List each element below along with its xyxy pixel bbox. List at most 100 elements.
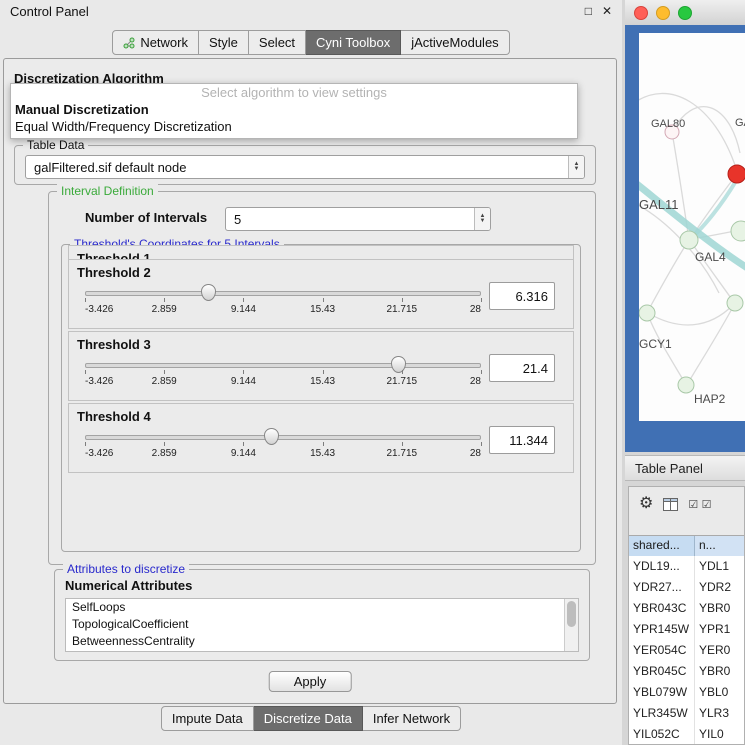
network-node[interactable] [727,295,743,311]
table-row[interactable]: YBR045C YBR0 [629,661,744,682]
slider-thumb[interactable] [201,284,216,301]
attribute-item[interactable]: SelfLoops [66,599,578,616]
network-node-selected-red[interactable] [728,165,745,183]
slider-track[interactable] [85,435,481,440]
cell-shared-name[interactable]: YBR043C [629,598,695,619]
cell-shared-name[interactable]: YBL079W [629,682,695,703]
float-window-icon[interactable]: □ [585,4,592,18]
close-traffic-light-icon[interactable] [634,6,648,20]
attribute-item[interactable]: BetweennessCentrality [66,633,578,650]
attribute-item[interactable]: TopologicalCoefficient [66,616,578,633]
table-panel-titlebar: Table Panel [625,455,745,481]
tab-label: jActiveModules [411,35,498,50]
tab-cyni-toolbox[interactable]: Cyni Toolbox [306,30,401,55]
zoom-traffic-light-icon[interactable] [678,6,692,20]
cell-name[interactable]: YBR0 [695,661,744,682]
cell-shared-name[interactable]: YPR145W [629,619,695,640]
table-data-group: Table Data galFiltered.sif default node … [14,145,596,185]
table-data-combobox[interactable]: galFiltered.sif default node ▲ ▼ [25,155,585,179]
table-row[interactable]: YPR145W YPR1 [629,619,744,640]
network-edge [688,305,734,383]
table-row[interactable]: YDL19... YDL1 [629,556,744,577]
minimize-traffic-light-icon[interactable] [656,6,670,20]
tab-label: Impute Data [172,711,243,726]
network-window-titlebar[interactable] [625,0,745,26]
apply-button[interactable]: Apply [269,671,352,692]
cell-shared-name[interactable]: YLR345W [629,703,695,724]
checkbox-icon: ☑ [688,499,697,511]
top-tab-bar: Network Style Select Cyni Toolbox jActiv… [0,30,622,55]
table-data-legend: Table Data [23,138,88,152]
threshold-2-value[interactable]: 6.316 [489,282,555,310]
network-edge [639,93,736,168]
table-header-row: shared... n... [629,535,744,557]
table-row[interactable]: YLR345W YLR3 [629,703,744,724]
scrollbar[interactable] [564,599,578,651]
control-panel: Control Panel □ ✕ Network Style Select C… [0,0,622,745]
slider-thumb[interactable] [391,356,406,373]
algorithm-option-manual[interactable]: Manual Discretization [11,101,577,118]
cell-shared-name[interactable]: YBR045C [629,661,695,682]
combo-spinner[interactable]: ▲ ▼ [474,208,490,230]
spinner-down-icon: ▼ [475,219,490,224]
cell-shared-name[interactable]: YDR27... [629,577,695,598]
columns-icon[interactable] [663,498,678,511]
cell-shared-name[interactable]: YER054C [629,640,695,661]
cell-name[interactable]: YDL1 [695,556,744,577]
threshold-4-value[interactable]: 11.344 [489,426,555,454]
gear-icon[interactable]: ⚙ [639,496,653,512]
column-header-shared-name[interactable]: shared... [629,536,695,556]
tab-discretize-data[interactable]: Discretize Data [254,706,363,731]
table-row[interactable]: YDR27... YDR2 [629,577,744,598]
cell-name[interactable]: YBR0 [695,598,744,619]
cell-name[interactable]: YER0 [695,640,744,661]
table-row[interactable]: YBL079W YBL0 [629,682,744,703]
tab-impute-data[interactable]: Impute Data [161,706,254,731]
column-header-name[interactable]: n... [695,536,744,556]
tab-jactivemodules[interactable]: jActiveModules [401,30,509,55]
combo-spinner[interactable]: ▲ ▼ [568,156,584,178]
number-of-intervals-value: 5 [226,212,474,227]
network-edge [648,305,733,325]
table-row[interactable]: YER054C YER0 [629,640,744,661]
scrollbar-thumb[interactable] [567,601,576,627]
node-label-hap2: HAP2 [694,392,726,406]
tab-style[interactable]: Style [199,30,249,55]
cell-name[interactable]: YLR3 [695,703,744,724]
tab-select[interactable]: Select [249,30,306,55]
cell-name[interactable]: YDR2 [695,577,744,598]
table-panel-window: ⚙ ☑ ☑ shared... n... YDL19... YDL1 YDR27… [628,486,745,745]
cell-name[interactable]: YPR1 [695,619,744,640]
threshold-4-slider[interactable]: -3.4262.8599.14415.4321.71528 [85,426,481,466]
tab-label: Infer Network [373,711,450,726]
threshold-2-slider[interactable]: -3.4262.8599.14415.4321.71528 [85,282,481,322]
threshold-3-slider[interactable]: -3.4262.8599.14415.4321.71528 [85,354,481,394]
node-label-gcy1: GCY1 [639,337,672,351]
network-canvas[interactable]: GAL80 GA GAL11 GAL4 GCY1 HAP2 [639,33,745,421]
tab-network[interactable]: Network [112,30,199,55]
network-node-hap2[interactable] [678,377,694,393]
node-label-gal11: GAL11 [639,197,679,212]
interval-definition-legend: Interval Definition [57,184,158,198]
tab-infer-network[interactable]: Infer Network [363,706,461,731]
cell-shared-name[interactable]: YDL19... [629,556,695,577]
table-row[interactable]: YIL052C YIL0 [629,724,744,744]
number-of-intervals-combobox[interactable]: 5 ▲ ▼ [225,207,491,231]
select-columns-icon[interactable]: ☑ ☑ [688,495,710,513]
tab-label: Cyni Toolbox [316,35,390,50]
algorithm-option-equal-width[interactable]: Equal Width/Frequency Discretization [11,118,577,135]
attributes-legend: Attributes to discretize [63,562,189,576]
network-icon [123,37,135,49]
cell-name[interactable]: YIL0 [695,724,744,744]
cell-shared-name[interactable]: YIL052C [629,724,695,744]
network-node[interactable] [731,221,745,241]
close-icon[interactable]: ✕ [602,4,612,18]
network-node-gcy1[interactable] [639,305,655,321]
slider-thumb[interactable] [264,428,279,445]
threshold-3-value[interactable]: 21.4 [489,354,555,382]
table-row[interactable]: YBR043C YBR0 [629,598,744,619]
network-node-gal4[interactable] [680,231,698,249]
slider-track[interactable] [85,291,481,296]
cell-name[interactable]: YBL0 [695,682,744,703]
slider-track[interactable] [85,363,481,368]
